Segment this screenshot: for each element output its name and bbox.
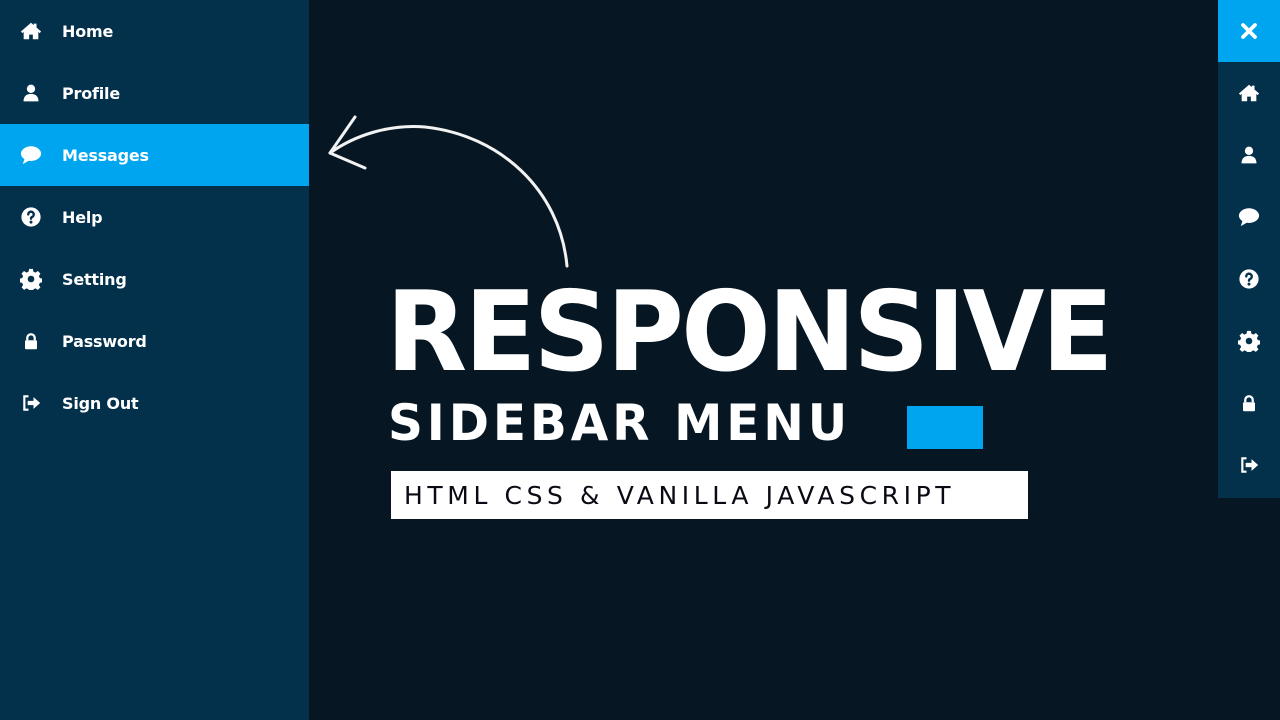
hero-subtitle: SIDEBAR MENU — [388, 394, 852, 452]
home-icon — [1238, 82, 1260, 104]
sidebar-item-setting[interactable]: Setting — [0, 248, 309, 310]
sidebar-item-profile[interactable]: Profile — [0, 62, 309, 124]
collapsed-sidebar — [1218, 0, 1280, 498]
sidebar-item-label: Profile — [62, 83, 120, 103]
user-icon — [19, 81, 43, 105]
question-circle-icon — [19, 205, 43, 229]
sidebar-item-home[interactable]: Home — [0, 0, 309, 62]
user-icon — [1239, 144, 1259, 166]
sidebar-item-label: Messages — [62, 145, 149, 165]
gear-icon — [1238, 330, 1260, 352]
comment-icon — [19, 143, 43, 167]
curved-arrow-decoration — [328, 115, 569, 268]
sidebar-item-sign-out[interactable]: Sign Out — [0, 372, 309, 434]
collapsed-item-setting[interactable] — [1218, 310, 1280, 372]
sidebar: Home Profile Messages Help Setting Passw… — [0, 0, 309, 720]
sidebar-item-label: Setting — [62, 269, 127, 289]
sidebar-item-help[interactable]: Help — [0, 186, 309, 248]
collapsed-item-sign-out[interactable] — [1218, 434, 1280, 496]
collapsed-item-messages[interactable] — [1218, 186, 1280, 248]
tagline-box: HTML CSS & VANILLA JAVASCRIPT — [391, 471, 1028, 519]
collapsed-item-home[interactable] — [1218, 62, 1280, 124]
question-circle-icon — [1238, 268, 1260, 290]
collapsed-item-password[interactable] — [1218, 372, 1280, 434]
sidebar-item-label: Password — [62, 331, 147, 351]
close-button[interactable] — [1218, 0, 1280, 62]
collapsed-item-help[interactable] — [1218, 248, 1280, 310]
lock-icon — [1240, 393, 1258, 413]
close-icon — [1240, 22, 1258, 40]
sign-out-icon — [19, 391, 43, 415]
sidebar-item-label: Home — [62, 21, 114, 41]
sign-out-icon — [1238, 455, 1260, 475]
home-icon — [19, 19, 43, 43]
sidebar-item-label: Help — [62, 207, 103, 227]
lock-icon — [19, 329, 43, 353]
sidebar-item-label: Sign Out — [62, 393, 139, 413]
gear-icon — [19, 267, 43, 291]
comment-icon — [1237, 206, 1261, 228]
sidebar-item-password[interactable]: Password — [0, 310, 309, 372]
accent-block — [907, 406, 983, 449]
collapsed-item-profile[interactable] — [1218, 124, 1280, 186]
hero-title: RESPONSIVE — [386, 268, 1114, 397]
hero-tagline: HTML CSS & VANILLA JAVASCRIPT — [404, 480, 956, 510]
sidebar-item-messages[interactable]: Messages — [0, 124, 309, 186]
